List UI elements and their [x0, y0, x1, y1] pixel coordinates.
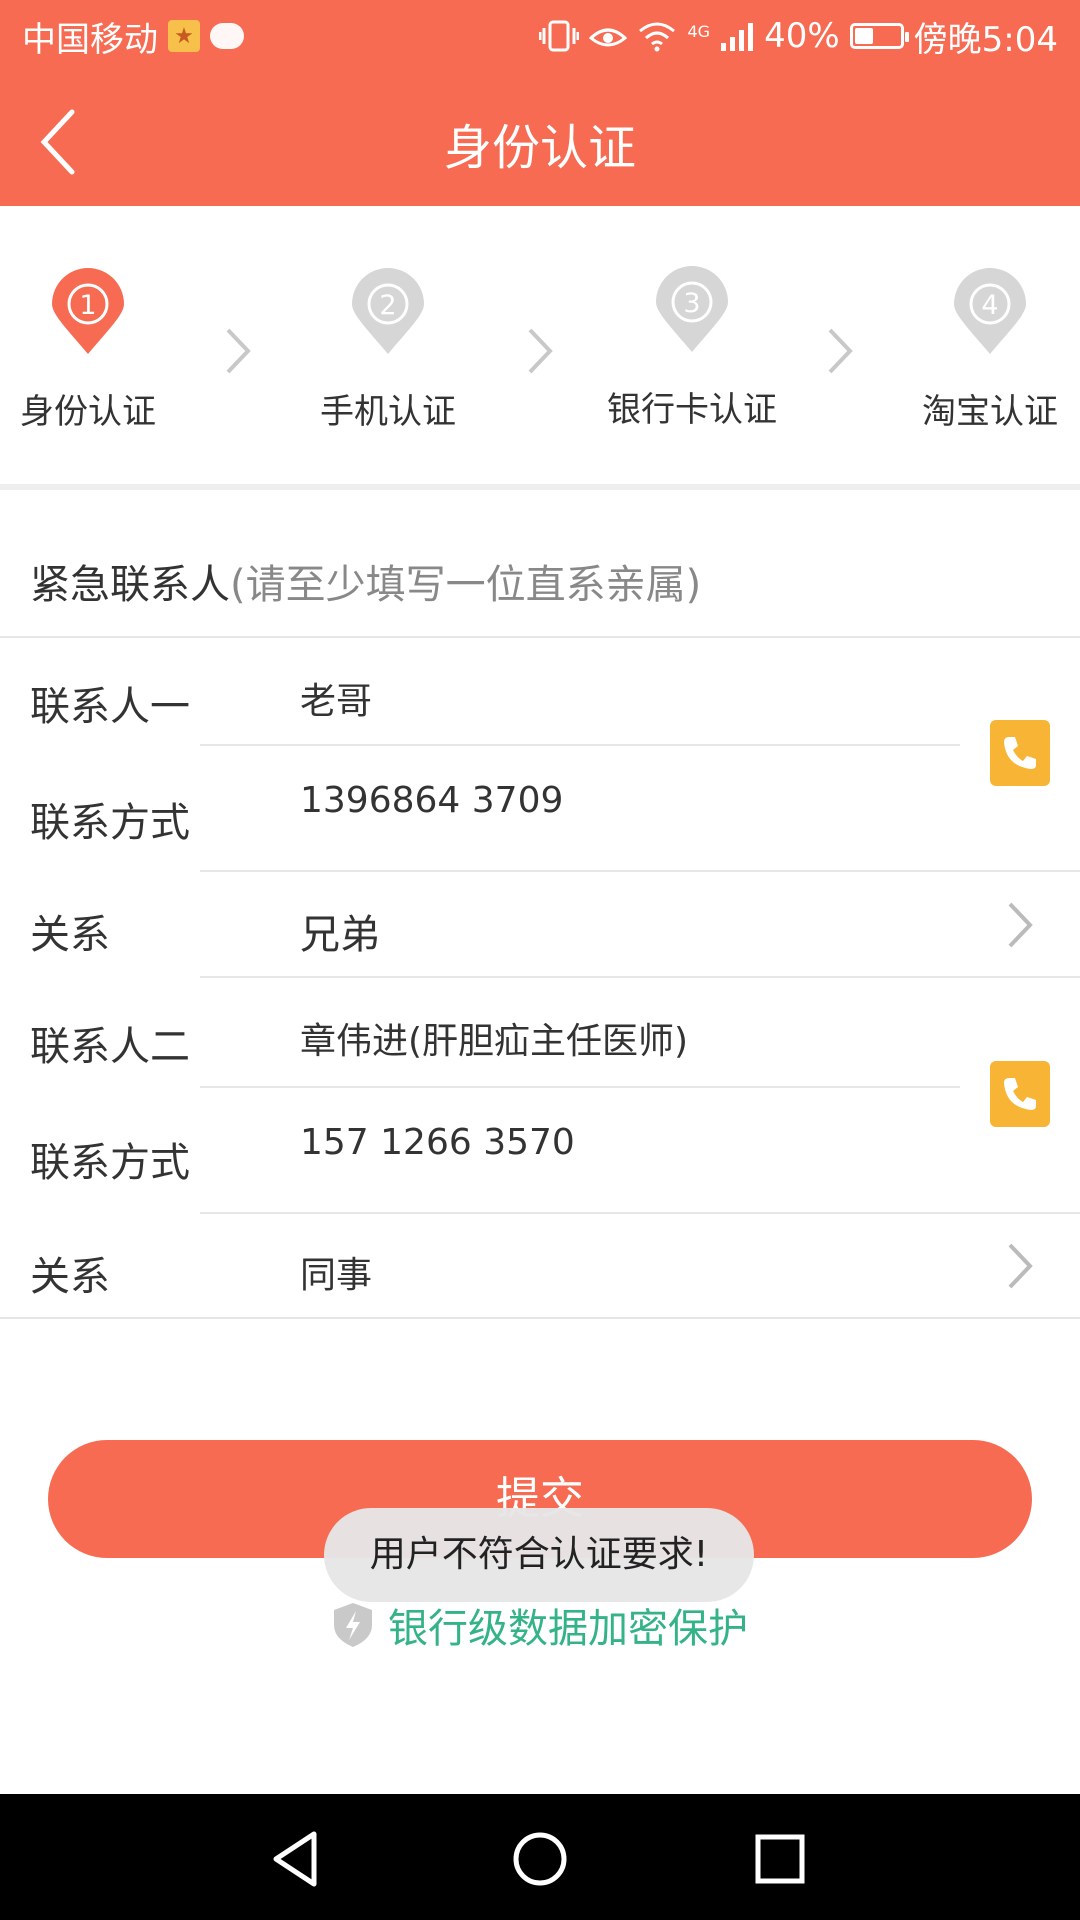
step-3-number: 3 — [683, 288, 700, 319]
step-4-marker-icon: 4 — [954, 268, 1026, 354]
security-note: 银行级数据加密保护 — [0, 1596, 1080, 1654]
step-1-label: 身份认证 — [20, 392, 156, 432]
vibrate-icon — [539, 20, 580, 52]
system-nav-bar — [0, 1794, 1080, 1920]
signal-icon — [721, 23, 754, 51]
battery-percent: 40% — [764, 16, 840, 56]
contact-2-phone-label: 联系方式 — [30, 1140, 190, 1186]
step-arrow-1-icon — [226, 328, 251, 374]
nav-recents-icon[interactable] — [745, 1824, 815, 1894]
shield-icon — [334, 1603, 372, 1647]
contact-2-name-field[interactable]: 章伟进(肝胆疝主任医师) — [300, 1012, 688, 1064]
phone-icon — [1004, 1078, 1036, 1110]
divider — [0, 636, 1080, 638]
contact-2-phonebook-button[interactable] — [990, 1061, 1050, 1127]
divider — [200, 744, 960, 746]
step-3-marker-icon: 3 — [656, 266, 728, 352]
toast-message: 用户不符合认证要求! — [324, 1508, 754, 1602]
step-4-number: 4 — [981, 290, 998, 321]
medal-notification-icon: ★ — [168, 20, 200, 52]
nav-home-icon[interactable] — [505, 1824, 575, 1894]
contact-1-relation-chevron-icon[interactable] — [1004, 900, 1038, 950]
page-title: 身份认证 — [443, 120, 636, 176]
step-4-label: 淘宝认证 — [922, 392, 1058, 432]
message-notification-icon — [210, 23, 244, 49]
divider — [200, 1086, 960, 1088]
eye-comfort-icon — [589, 28, 628, 47]
step-2-marker-icon: 2 — [352, 268, 424, 354]
emergency-contact-title: 紧急联系人(请至少填写一位直系亲属) — [30, 552, 701, 610]
section-title-text: 紧急联系人 — [30, 562, 230, 608]
contact-2-relation-select[interactable]: 同事 — [300, 1246, 372, 1298]
step-3-label: 银行卡认证 — [607, 390, 777, 430]
step-indicator: 1 身份认证 2 手机认证 3 银行卡认证 4 淘宝认证 — [0, 206, 1080, 486]
step-arrow-3-icon — [828, 328, 853, 374]
step-2-label: 手机认证 — [320, 392, 456, 432]
section-divider — [0, 484, 1080, 490]
contact-1-name-label: 联系人一 — [30, 684, 190, 730]
contact-1-phonebook-button[interactable] — [990, 720, 1050, 786]
network-type: 4G — [687, 21, 711, 41]
contact-1-name-field[interactable]: 老哥 — [300, 672, 372, 724]
carrier-name: 中国移动 — [22, 19, 158, 60]
contact-1-phone-field[interactable]: 1396864 3709 — [300, 780, 563, 821]
step-1-marker-icon: 1 — [52, 268, 124, 354]
step-1-number: 1 — [79, 290, 96, 321]
nav-back-icon[interactable] — [262, 1824, 332, 1894]
contact-2-relation-label: 关系 — [30, 1254, 110, 1300]
contact-1-phone-label: 联系方式 — [30, 800, 190, 846]
contact-2-phone-field[interactable]: 157 1266 3570 — [300, 1122, 575, 1163]
phone-icon — [1004, 737, 1036, 769]
wifi-icon — [639, 22, 676, 52]
contact-1-relation-select[interactable]: 兄弟 — [300, 902, 380, 960]
security-text: 银行级数据加密保护 — [388, 1606, 748, 1652]
contact-1-relation-label: 关系 — [30, 912, 110, 958]
step-4: 4 淘宝认证 — [890, 268, 1080, 433]
clock: 傍晚5:04 — [913, 19, 1058, 60]
section-hint: (请至少填写一位直系亲属) — [230, 562, 702, 608]
step-1: 1 身份认证 — [0, 268, 188, 433]
step-2: 2 手机认证 — [288, 268, 488, 433]
step-2-number: 2 — [379, 290, 396, 321]
step-arrow-2-icon — [528, 328, 553, 374]
app-header: 身份认证 — [0, 72, 1080, 206]
contact-2-name-label: 联系人二 — [30, 1024, 190, 1070]
contact-2-relation-chevron-icon[interactable] — [1004, 1241, 1038, 1291]
divider — [0, 1317, 1080, 1319]
divider — [200, 976, 1080, 978]
status-bar: 中国移动 ★ 4G 40% 傍晚5:04 — [0, 0, 1080, 72]
divider — [200, 870, 1080, 872]
divider — [200, 1212, 1080, 1214]
step-3: 3 银行卡认证 — [592, 266, 792, 431]
battery-icon — [849, 23, 909, 49]
